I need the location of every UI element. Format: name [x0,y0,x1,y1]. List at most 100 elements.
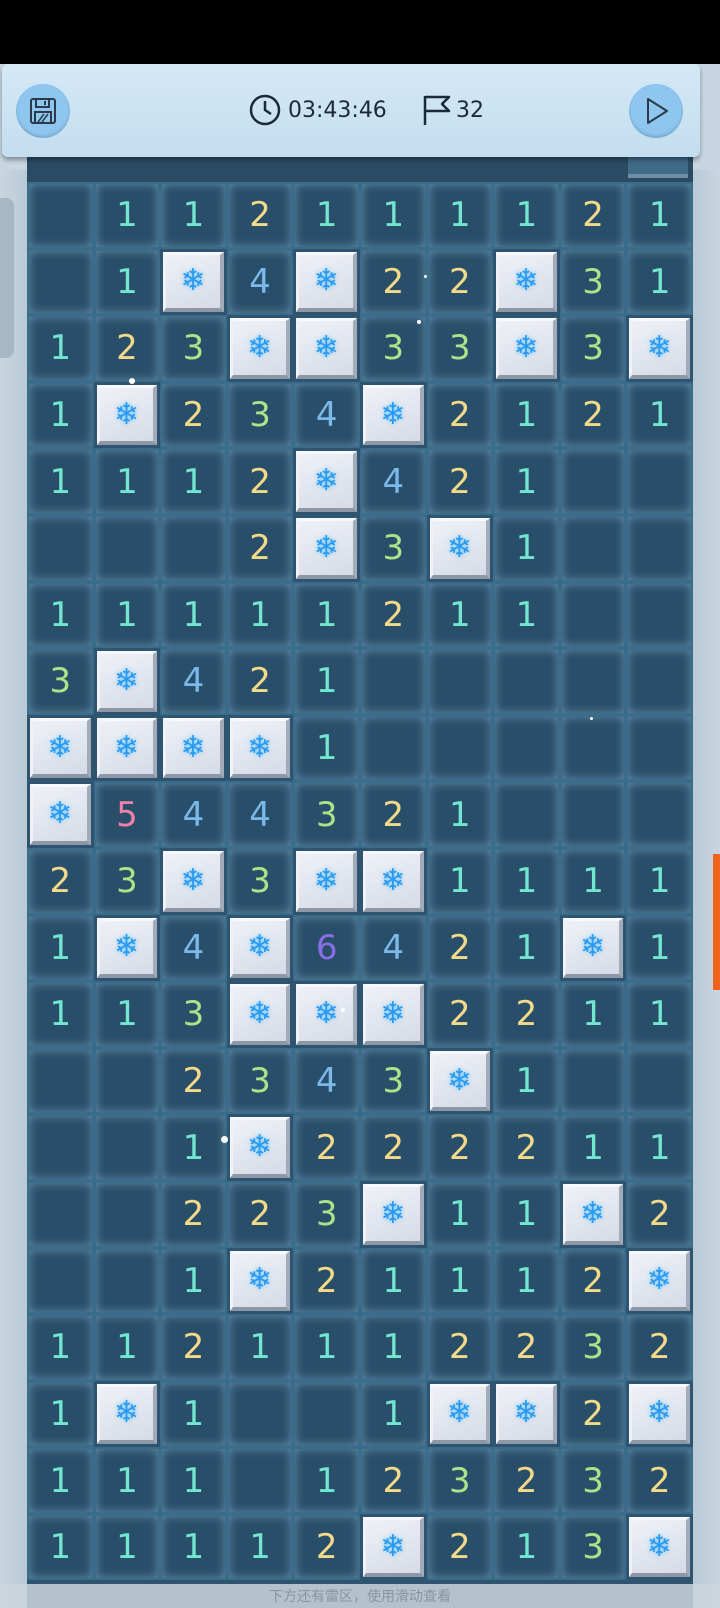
number-cell[interactable]: 2 [293,1247,360,1315]
mine-cell[interactable]: ❄ [226,914,294,982]
empty-cell[interactable] [293,1380,360,1448]
number-cell[interactable]: 2 [226,182,294,249]
number-cell[interactable]: 3 [226,847,294,915]
number-cell[interactable]: 4 [359,914,427,982]
number-cell[interactable]: 1 [27,315,94,382]
number-cell[interactable]: 3 [160,315,227,382]
mine-cell[interactable]: ❄ [160,248,227,316]
empty-cell[interactable] [27,1114,94,1181]
mine-cell[interactable]: ❄ [626,1380,693,1448]
number-cell[interactable]: 1 [27,381,94,449]
number-cell[interactable]: 2 [226,448,294,515]
number-cell[interactable]: 3 [426,1447,494,1514]
number-cell[interactable]: 2 [559,1380,627,1448]
number-cell[interactable]: 1 [359,1247,427,1315]
empty-cell[interactable] [559,714,627,782]
empty-cell[interactable] [93,514,161,582]
number-cell[interactable]: 1 [93,182,161,249]
empty-cell[interactable] [27,248,94,316]
number-cell[interactable]: 1 [160,182,227,249]
number-cell[interactable]: 6 [293,914,360,982]
empty-cell[interactable] [27,182,94,249]
mine-cell[interactable]: ❄ [226,714,294,782]
number-cell[interactable]: 1 [426,847,494,915]
number-cell[interactable]: 1 [493,514,560,582]
mine-cell[interactable]: ❄ [359,981,427,1048]
number-cell[interactable]: 2 [626,1314,693,1381]
number-cell[interactable]: 1 [93,1314,161,1381]
number-cell[interactable]: 1 [493,182,560,249]
empty-cell[interactable] [626,448,693,515]
number-cell[interactable]: 2 [226,1180,294,1248]
number-cell[interactable]: 2 [426,1314,494,1381]
number-cell[interactable]: 3 [426,315,494,382]
number-cell[interactable]: 1 [93,1513,161,1581]
mine-cell[interactable]: ❄ [426,1380,494,1448]
number-cell[interactable]: 1 [426,581,494,649]
number-cell[interactable]: 1 [426,1247,494,1315]
number-cell[interactable]: 1 [226,1513,294,1581]
number-cell[interactable]: 1 [626,847,693,915]
empty-cell[interactable] [226,1447,294,1514]
empty-cell[interactable] [626,781,693,848]
number-cell[interactable]: 2 [493,1447,560,1514]
number-cell[interactable]: 1 [626,1114,693,1181]
mine-cell[interactable]: ❄ [559,1180,627,1248]
empty-cell[interactable] [559,581,627,649]
mine-cell[interactable]: ❄ [426,1047,494,1115]
mine-cell[interactable]: ❄ [27,781,94,848]
mine-cell[interactable]: ❄ [160,714,227,782]
number-cell[interactable]: 1 [93,981,161,1048]
empty-cell[interactable] [559,514,627,582]
empty-cell[interactable] [426,648,494,715]
number-cell[interactable]: 2 [160,381,227,449]
number-cell[interactable]: 2 [160,1314,227,1381]
mine-cell[interactable]: ❄ [626,315,693,382]
number-cell[interactable]: 1 [626,981,693,1048]
number-cell[interactable]: 2 [426,448,494,515]
number-cell[interactable]: 3 [93,847,161,915]
empty-cell[interactable] [27,1047,94,1115]
number-cell[interactable]: 1 [426,182,494,249]
number-cell[interactable]: 1 [493,448,560,515]
mine-cell[interactable]: ❄ [426,514,494,582]
number-cell[interactable]: 1 [93,448,161,515]
number-cell[interactable]: 2 [626,1180,693,1248]
number-cell[interactable]: 1 [359,182,427,249]
number-cell[interactable]: 1 [359,1314,427,1381]
mine-cell[interactable]: ❄ [293,514,360,582]
empty-cell[interactable] [160,514,227,582]
number-cell[interactable]: 2 [626,1447,693,1514]
number-cell[interactable]: 4 [359,448,427,515]
mine-cell[interactable]: ❄ [359,1180,427,1248]
empty-cell[interactable] [559,1047,627,1115]
number-cell[interactable]: 5 [93,781,161,848]
mine-cell[interactable]: ❄ [493,248,560,316]
number-cell[interactable]: 2 [426,981,494,1048]
number-cell[interactable]: 1 [293,648,360,715]
number-cell[interactable]: 1 [493,1513,560,1581]
number-cell[interactable]: 2 [160,1180,227,1248]
mine-cell[interactable]: ❄ [93,648,161,715]
number-cell[interactable]: 4 [226,248,294,316]
mine-cell[interactable]: ❄ [93,1380,161,1448]
mine-cell[interactable]: ❄ [626,1513,693,1581]
number-cell[interactable]: 1 [293,182,360,249]
number-cell[interactable]: 2 [27,847,94,915]
number-cell[interactable]: 1 [426,781,494,848]
number-cell[interactable]: 4 [160,648,227,715]
mine-cell[interactable]: ❄ [293,315,360,382]
number-cell[interactable]: 1 [626,182,693,249]
number-cell[interactable]: 2 [426,248,494,316]
number-cell[interactable]: 3 [559,1314,627,1381]
number-cell[interactable]: 4 [293,381,360,449]
number-cell[interactable]: 4 [293,1047,360,1115]
number-cell[interactable]: 2 [426,381,494,449]
number-cell[interactable]: 3 [559,315,627,382]
empty-cell[interactable] [559,448,627,515]
number-cell[interactable]: 1 [160,1114,227,1181]
mine-cell[interactable]: ❄ [27,714,94,782]
number-cell[interactable]: 1 [226,1314,294,1381]
empty-cell[interactable] [626,714,693,782]
mine-cell[interactable]: ❄ [226,1247,294,1315]
